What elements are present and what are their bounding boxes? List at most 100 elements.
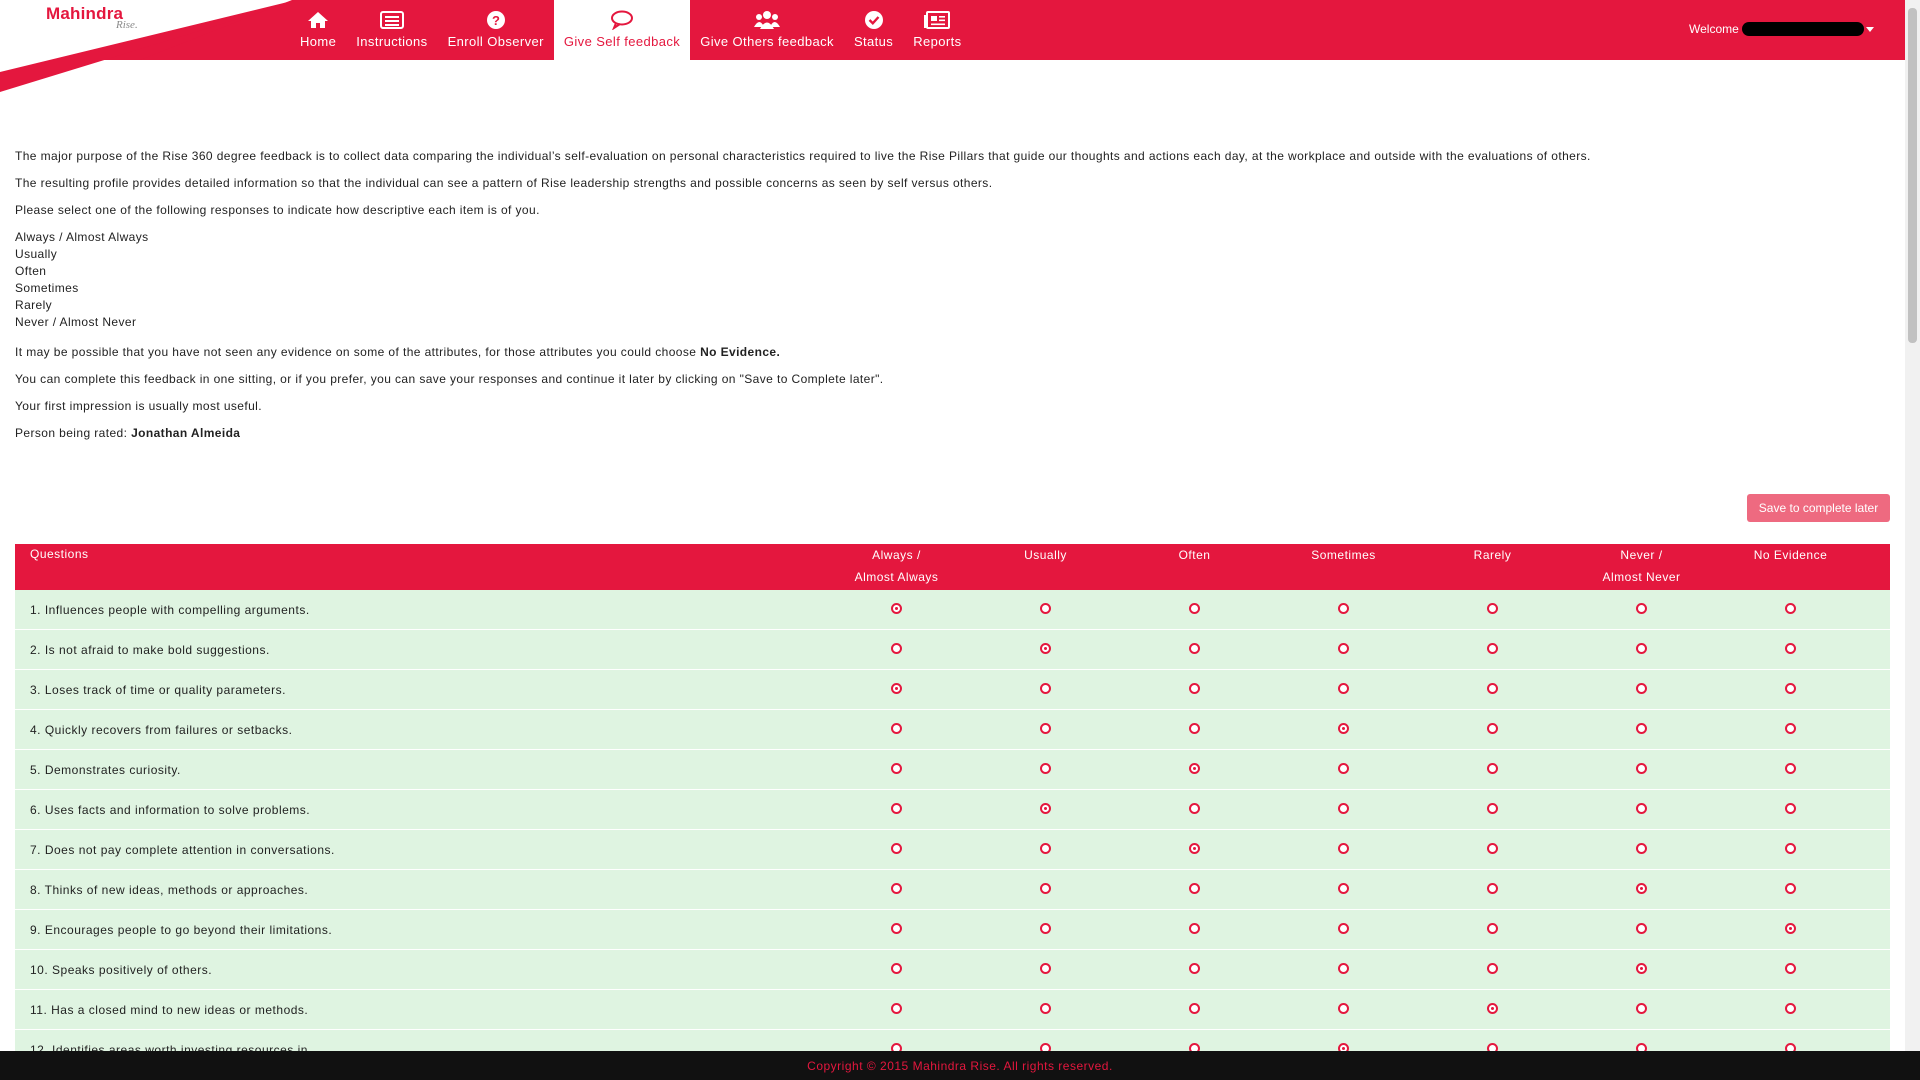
user-menu[interactable]: Welcome <box>1689 22 1874 36</box>
response-radio[interactable] <box>1487 1003 1498 1014</box>
response-radio[interactable] <box>1785 723 1796 734</box>
response-radio[interactable] <box>1636 963 1647 974</box>
response-radio[interactable] <box>1040 843 1051 854</box>
response-radio[interactable] <box>1487 763 1498 774</box>
option-column-header: Never / Almost Never <box>1567 544 1716 590</box>
response-radio[interactable] <box>1338 963 1349 974</box>
response-radio[interactable] <box>1189 763 1200 774</box>
page-scrollbar[interactable] <box>1905 0 1920 1051</box>
brand-logo[interactable]: Mahindra Rise. <box>0 0 300 95</box>
response-radio[interactable] <box>1189 803 1200 814</box>
response-radio[interactable] <box>1338 803 1349 814</box>
response-radio[interactable] <box>1338 643 1349 654</box>
table-row: 10. Speaks positively of others. <box>15 950 1890 990</box>
response-radio[interactable] <box>1189 1003 1200 1014</box>
response-radio[interactable] <box>1785 763 1796 774</box>
response-radio[interactable] <box>1040 923 1051 934</box>
check-circle-icon <box>864 10 884 30</box>
response-radio[interactable] <box>891 963 902 974</box>
response-radio[interactable] <box>1040 1003 1051 1014</box>
response-radio[interactable] <box>1636 843 1647 854</box>
save-to-complete-later-button[interactable]: Save to complete later <box>1747 494 1890 522</box>
response-radio[interactable] <box>891 883 902 894</box>
response-radio[interactable] <box>1487 683 1498 694</box>
response-radio[interactable] <box>1189 963 1200 974</box>
response-radio[interactable] <box>1338 683 1349 694</box>
response-radio[interactable] <box>1189 883 1200 894</box>
response-radio[interactable] <box>1338 723 1349 734</box>
response-radio[interactable] <box>891 1003 902 1014</box>
response-radio[interactable] <box>1487 723 1498 734</box>
response-radio[interactable] <box>891 683 902 694</box>
response-radio[interactable] <box>1189 843 1200 854</box>
rated-name: Jonathan Almeida <box>131 426 241 440</box>
response-radio[interactable] <box>1487 843 1498 854</box>
response-radio[interactable] <box>1636 803 1647 814</box>
response-radio[interactable] <box>1338 763 1349 774</box>
response-radio[interactable] <box>1040 683 1051 694</box>
response-radio[interactable] <box>1189 643 1200 654</box>
nav-enroll-observer[interactable]: ? Enroll Observer <box>438 0 554 60</box>
response-radio[interactable] <box>1636 883 1647 894</box>
response-radio[interactable] <box>1636 683 1647 694</box>
nav-give-others-feedback[interactable]: Give Others feedback <box>690 0 844 60</box>
option-cell <box>1567 590 1716 614</box>
nav-home[interactable]: Home <box>290 0 346 60</box>
response-radio[interactable] <box>1487 883 1498 894</box>
response-radio[interactable] <box>891 923 902 934</box>
response-radio[interactable] <box>1040 883 1051 894</box>
response-radio[interactable] <box>1487 643 1498 654</box>
nav-reports[interactable]: Reports <box>903 0 971 60</box>
intro-paragraph-3: Please select one of the following respo… <box>15 203 540 217</box>
response-radio[interactable] <box>1338 883 1349 894</box>
response-radio[interactable] <box>1040 643 1051 654</box>
response-radio[interactable] <box>1189 923 1200 934</box>
response-radio[interactable] <box>1785 883 1796 894</box>
response-radio[interactable] <box>891 843 902 854</box>
scrollbar-thumb[interactable] <box>1908 8 1917 343</box>
nav-status[interactable]: Status <box>844 0 903 60</box>
response-radio[interactable] <box>1636 603 1647 614</box>
response-radio[interactable] <box>1487 803 1498 814</box>
response-radio[interactable] <box>1636 643 1647 654</box>
response-radio[interactable] <box>891 803 902 814</box>
option-cell <box>1418 590 1567 614</box>
response-radio[interactable] <box>891 763 902 774</box>
response-radio[interactable] <box>1636 1003 1647 1014</box>
response-radio[interactable] <box>1040 603 1051 614</box>
response-radio[interactable] <box>1040 803 1051 814</box>
response-radio[interactable] <box>1785 803 1796 814</box>
response-radio[interactable] <box>891 723 902 734</box>
nav-instructions[interactable]: Instructions <box>346 0 437 60</box>
response-radio[interactable] <box>1487 963 1498 974</box>
response-scale-item: Sometimes <box>15 281 79 295</box>
response-radio[interactable] <box>891 603 902 614</box>
response-radio[interactable] <box>1636 723 1647 734</box>
response-radio[interactable] <box>1487 923 1498 934</box>
response-radio[interactable] <box>1189 723 1200 734</box>
response-radio[interactable] <box>1487 603 1498 614</box>
option-cell <box>1120 910 1269 934</box>
response-radio[interactable] <box>1785 963 1796 974</box>
response-radio[interactable] <box>1785 843 1796 854</box>
question-text: 10. Speaks positively of others. <box>30 963 213 977</box>
response-radio[interactable] <box>1189 683 1200 694</box>
response-radio[interactable] <box>1785 923 1796 934</box>
response-radio[interactable] <box>1040 763 1051 774</box>
response-radio[interactable] <box>1040 963 1051 974</box>
response-radio[interactable] <box>1189 603 1200 614</box>
response-radio[interactable] <box>1040 723 1051 734</box>
response-radio[interactable] <box>1785 603 1796 614</box>
response-radio[interactable] <box>1338 1003 1349 1014</box>
response-radio[interactable] <box>1338 843 1349 854</box>
response-radio[interactable] <box>1636 923 1647 934</box>
response-radio[interactable] <box>1785 643 1796 654</box>
response-radio[interactable] <box>1338 923 1349 934</box>
nav-give-self-feedback[interactable]: Give Self feedback <box>553 0 691 60</box>
response-radio[interactable] <box>1338 603 1349 614</box>
response-radio[interactable] <box>891 643 902 654</box>
response-radio[interactable] <box>1785 683 1796 694</box>
option-cell <box>1716 790 1865 814</box>
response-radio[interactable] <box>1785 1003 1796 1014</box>
response-radio[interactable] <box>1636 763 1647 774</box>
